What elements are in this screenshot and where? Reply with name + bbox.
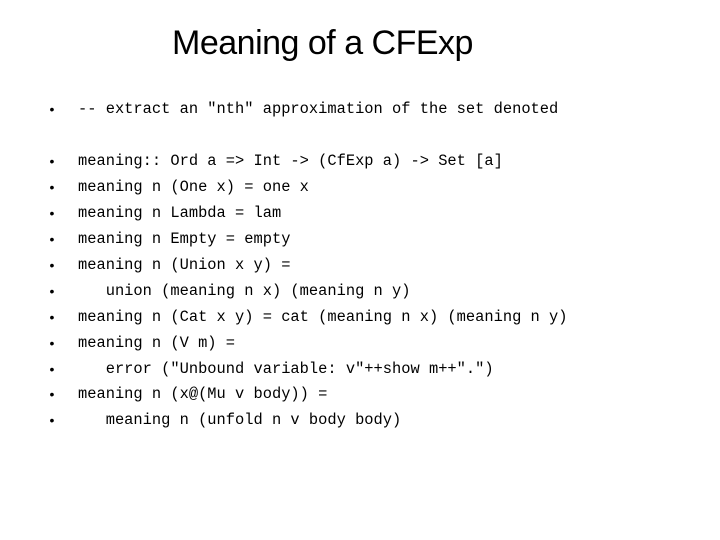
code-text: meaning n (One x) = one x — [78, 178, 309, 196]
code-line: • union (meaning n x) (meaning n y) — [0, 278, 720, 304]
code-text: meaning n (x@(Mu v body)) = — [78, 385, 328, 403]
code-line: • meaning:: Ord a => Int -> (CfExp a) ->… — [0, 148, 720, 174]
bullet-icon: • — [49, 153, 55, 169]
bullet-icon: • — [49, 179, 55, 195]
code-text: meaning n (V m) = — [78, 334, 236, 352]
code-line: • meaning n (unfold n v body body) — [0, 407, 720, 433]
code-text: union (meaning n x) (meaning n y) — [78, 282, 411, 300]
code-line: • meaning n (V m) = — [0, 330, 720, 356]
code-text: meaning n (Cat x y) = cat (meaning n x) … — [78, 308, 568, 326]
code-line: • meaning n (x@(Mu v body)) = — [0, 381, 720, 407]
code-line: • error ("Unbound variable: v"++show m++… — [0, 356, 720, 382]
bullet-icon: • — [49, 283, 55, 299]
code-text: meaning n (unfold n v body body) — [78, 411, 402, 429]
code-text: meaning n (Union x y) = — [78, 256, 291, 274]
bullet-icon: • — [49, 412, 55, 428]
code-line: • meaning n (Union x y) = — [0, 252, 720, 278]
code-line: • meaning n (Cat x y) = cat (meaning n x… — [0, 304, 720, 330]
slide-title: Meaning of a CFExp — [172, 24, 473, 62]
code-line: • meaning n Empty = empty — [0, 226, 720, 252]
code-text: meaning n Empty = empty — [78, 230, 291, 248]
comment-bullet: • -- extract an "nth" approximation of t… — [0, 96, 720, 122]
code-text: meaning:: Ord a => Int -> (CfExp a) -> S… — [78, 152, 503, 170]
code-line: • meaning n Lambda = lam — [0, 200, 720, 226]
comment-text: -- extract an "nth" approximation of the… — [78, 100, 559, 118]
bullet-icon: • — [49, 309, 55, 325]
bullet-icon: • — [49, 101, 55, 117]
code-line: • meaning n (One x) = one x — [0, 174, 720, 200]
bullet-icon: • — [49, 231, 55, 247]
bullet-icon: • — [49, 386, 55, 402]
bullet-icon: • — [49, 335, 55, 351]
bullet-icon: • — [49, 257, 55, 273]
bullet-icon: • — [49, 361, 55, 377]
code-text: meaning n Lambda = lam — [78, 204, 282, 222]
code-text: error ("Unbound variable: v"++show m++".… — [78, 360, 494, 378]
bullet-icon: • — [49, 205, 55, 221]
